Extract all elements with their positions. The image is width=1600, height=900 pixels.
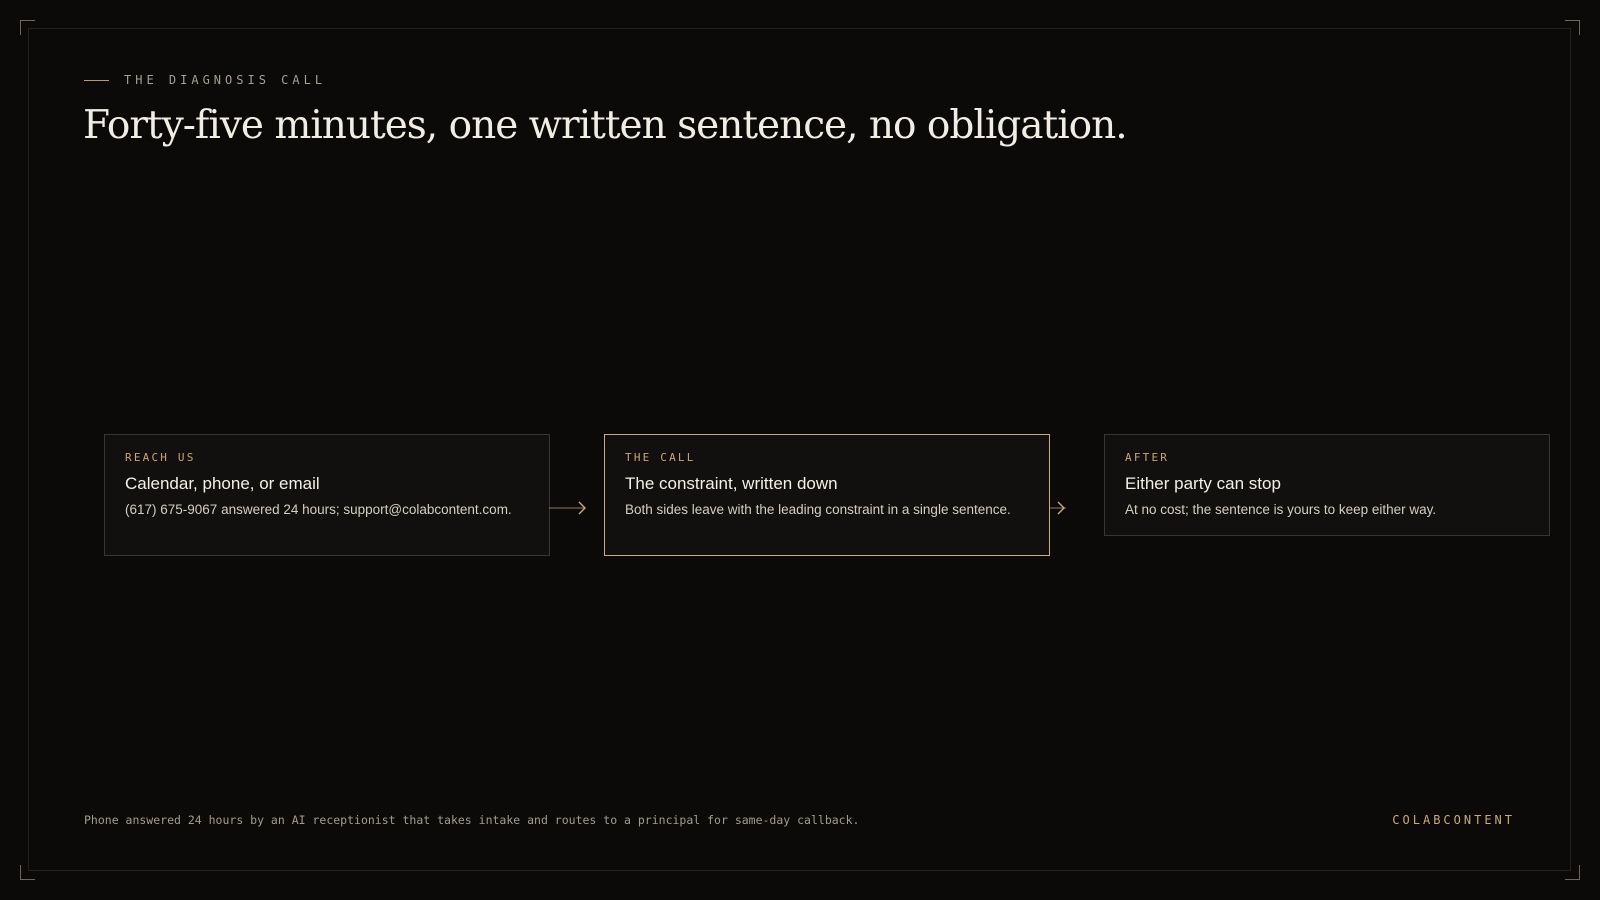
- arrow-right-icon: [1050, 499, 1090, 517]
- step-body: Both sides leave with the leading constr…: [625, 502, 1011, 517]
- section-eyebrow: THE DIAGNOSIS CALL: [84, 73, 326, 87]
- step-eyebrow: AFTER: [1125, 451, 1170, 464]
- arrow-right-icon: [549, 499, 589, 517]
- footnote: Phone answered 24 hours by an AI recepti…: [84, 813, 860, 827]
- step-card-after: AFTER Either party can stop At no cost; …: [1104, 434, 1550, 536]
- step-title: Calendar, phone, or email: [125, 474, 320, 493]
- step-eyebrow: REACH US: [125, 451, 196, 464]
- brand-wordmark: COLABCONTENT: [1392, 813, 1515, 827]
- step-title: The constraint, written down: [625, 474, 838, 493]
- corner-mark-top-right: [1565, 20, 1580, 35]
- corner-mark-bottom-right: [1565, 865, 1580, 880]
- corner-mark-bottom-left: [20, 865, 35, 880]
- step-card-the-call: THE CALL The constraint, written down Bo…: [604, 434, 1050, 556]
- step-eyebrow: THE CALL: [625, 451, 696, 464]
- step-body: At no cost; the sentence is yours to kee…: [1125, 502, 1437, 517]
- step-title: Either party can stop: [1125, 474, 1281, 493]
- corner-mark-top-left: [20, 20, 35, 35]
- eyebrow-text: THE DIAGNOSIS CALL: [124, 73, 327, 87]
- eyebrow-rule: [84, 79, 109, 81]
- step-body: (617) 675-9067 answered 24 hours; suppor…: [125, 502, 512, 517]
- page-title: Forty-five minutes, one written sentence…: [83, 103, 1128, 148]
- step-card-reach-us: REACH US Calendar, phone, or email (617)…: [104, 434, 550, 556]
